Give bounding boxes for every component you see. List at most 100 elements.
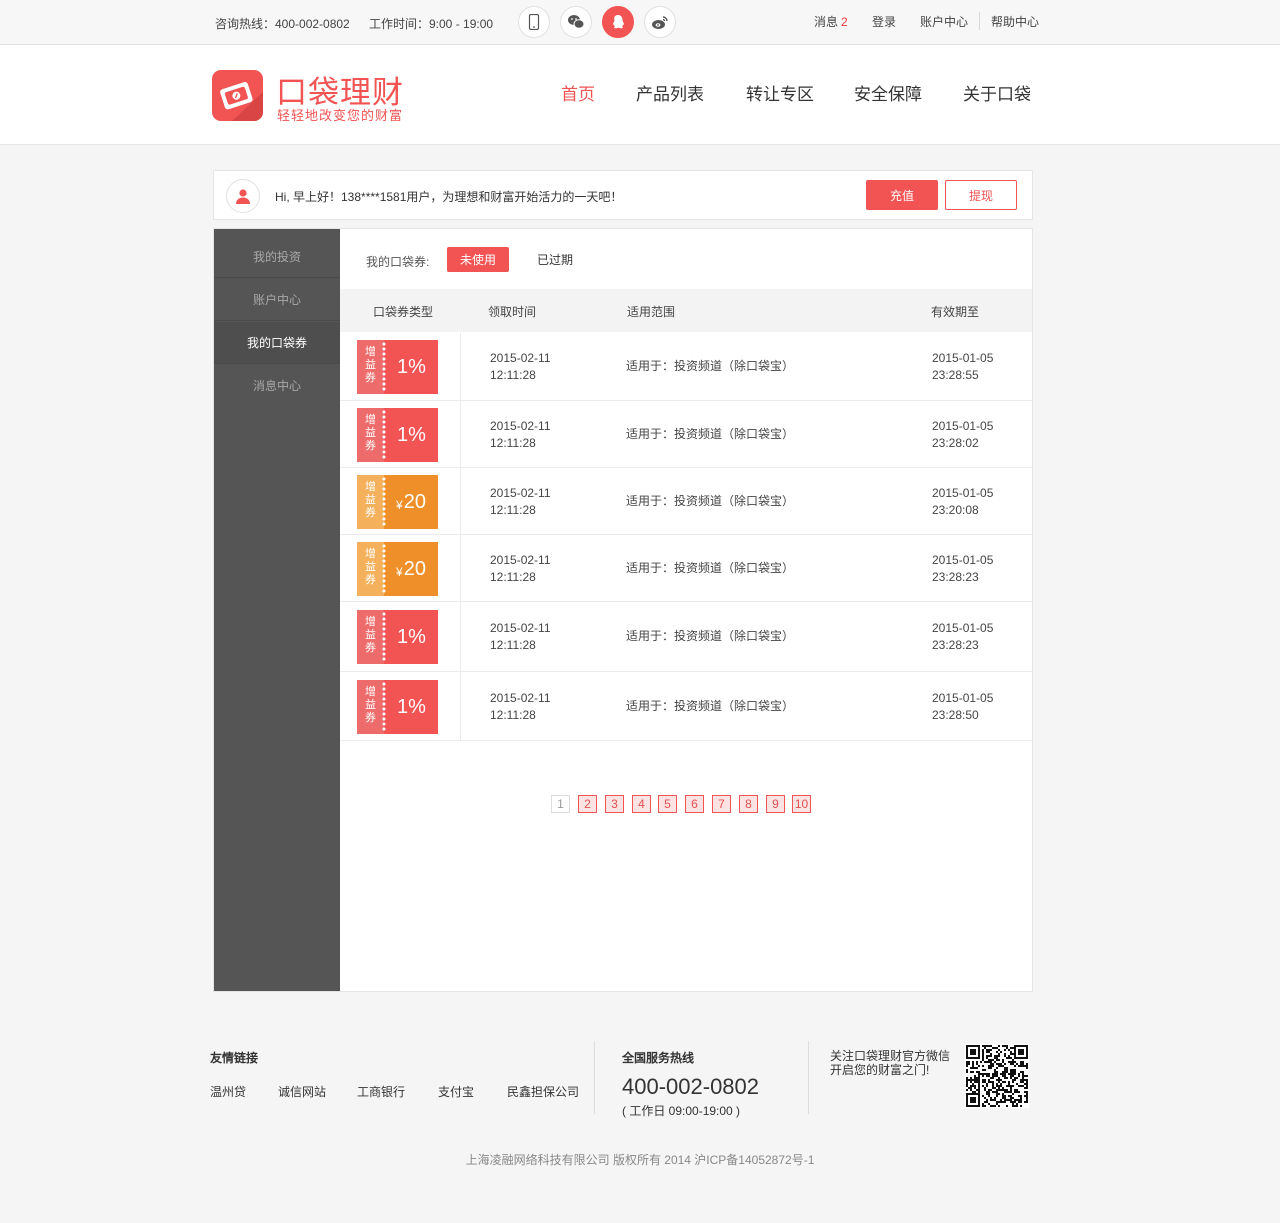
friend-link[interactable]: 诚信网站 xyxy=(278,1083,326,1100)
received-date: 2015-02-11 xyxy=(490,351,551,365)
coupon-label-char: 益 xyxy=(365,494,376,506)
coupon-amount: 1% xyxy=(397,355,426,378)
sidebar-item-coupons[interactable]: 我的口袋券 xyxy=(214,322,340,364)
recharge-button[interactable]: 充值 xyxy=(866,180,938,210)
nav-home[interactable]: 首页 xyxy=(561,80,595,105)
column-header-scope: 适用范围 xyxy=(627,305,676,319)
page-button[interactable]: 2 xyxy=(578,795,597,813)
table-row: 增益券 1% 2015-02-11 12:11:28 适用于：投资频道（除口袋宝） 201… xyxy=(340,333,1032,401)
coupon-amount: 20 xyxy=(403,490,426,513)
friend-link[interactable]: 温州贷 xyxy=(210,1083,246,1100)
expiry-time: 2015-01-05 23:28:02 xyxy=(932,418,993,452)
scope-text: 适用于：投资频道（除口袋宝） xyxy=(626,494,795,508)
sidebar-item-investments[interactable]: 我的投资 xyxy=(214,236,340,278)
hotline-title: 全国服务热线 xyxy=(622,1051,695,1065)
tab-expired[interactable]: 已过期 xyxy=(520,247,590,272)
friend-link[interactable]: 民鑫担保公司 xyxy=(507,1083,579,1100)
hotline-text: 咨询热线：400-002-0802 xyxy=(215,17,350,31)
table-row: 增益券 ¥20 2015-02-11 12:11:28 适用于：投资频道（除口袋宝） 20… xyxy=(340,468,1032,535)
help-center-link[interactable]: 帮助中心 xyxy=(991,13,1039,30)
friend-link[interactable]: 工商银行 xyxy=(357,1083,405,1100)
page-button[interactable]: 5 xyxy=(658,795,677,813)
received-time: 2015-02-11 12:11:28 xyxy=(490,485,551,519)
expiry-clock: 23:28:55 xyxy=(932,368,979,382)
column-header-expiry: 有效期至 xyxy=(931,305,980,319)
tab-unused[interactable]: 未使用 xyxy=(447,247,509,272)
sidebar-item-messages[interactable]: 消息中心 xyxy=(214,364,340,406)
logo-slogan: 轻轻地改变您的财富 xyxy=(277,108,404,123)
nav-about[interactable]: 关于口袋 xyxy=(963,80,1031,105)
column-header-received: 领取时间 xyxy=(488,305,537,319)
nav-products[interactable]: 产品列表 xyxy=(636,80,704,105)
nav-transfer[interactable]: 转让专区 xyxy=(746,80,814,105)
column-divider xyxy=(460,401,461,467)
wechat-icon[interactable] xyxy=(560,6,592,38)
coupon-type-label: 增益券 xyxy=(357,686,384,725)
coupon-badge: 增益券 ¥20 xyxy=(357,542,438,596)
site-header: 口袋理财 轻轻地改变您的财富 首页 产品列表 转让专区 安全保障 关于口袋 xyxy=(0,45,1280,145)
scope-text: 适用于：投资频道（除口袋宝） xyxy=(626,561,795,575)
coupon-label-char: 益 xyxy=(365,699,376,711)
received-time: 2015-02-11 12:11:28 xyxy=(490,620,551,654)
coupon-amount: 1% xyxy=(397,423,426,446)
coupon-label-char: 增 xyxy=(365,414,376,426)
phone-icon[interactable] xyxy=(518,6,550,38)
column-divider xyxy=(460,672,461,740)
withdraw-button[interactable]: 提现 xyxy=(945,180,1017,210)
expiry-time: 2015-01-05 23:28:23 xyxy=(932,620,993,654)
coupon-amount: 20 xyxy=(403,557,426,580)
expiry-date: 2015-01-05 xyxy=(932,691,994,705)
coupon-amount: 1% xyxy=(397,625,426,648)
received-time: 2015-02-11 12:11:28 xyxy=(490,552,551,586)
received-date: 2015-02-11 xyxy=(490,486,551,500)
work-hours-text: 工作时间：9:00 - 19:00 xyxy=(369,17,494,31)
coupon-label-char: 券 xyxy=(365,372,376,384)
expiry-date: 2015-01-05 xyxy=(932,553,994,567)
divider xyxy=(979,12,980,30)
top-bar: 咨询热线：400-002-0802 工作时间：9:00 - 19:00 消息 2 … xyxy=(0,0,1280,45)
greeting-bar: Hi, 早上好！138****1581用户，为理想和财富开始活力的一天吧！ 充值… xyxy=(213,170,1033,220)
coupon-type-label: 增益券 xyxy=(357,346,384,385)
expiry-date: 2015-01-05 xyxy=(932,621,994,635)
received-time: 2015-02-11 12:11:28 xyxy=(490,350,551,384)
coupon-badge: 增益券 1% xyxy=(357,680,438,734)
messages-link[interactable]: 消息 2 xyxy=(814,13,848,30)
table-row: 增益券 ¥20 2015-02-11 12:11:28 适用于：投资频道（除口袋宝） 20… xyxy=(340,535,1032,602)
page-button[interactable]: 7 xyxy=(712,795,731,813)
page-button[interactable]: 3 xyxy=(605,795,624,813)
logo-icon[interactable] xyxy=(212,70,263,121)
received-date: 2015-02-11 xyxy=(490,419,551,433)
page-button[interactable]: 1 xyxy=(551,795,570,813)
received-date: 2015-02-11 xyxy=(490,553,551,567)
currency-symbol: ¥ xyxy=(396,564,403,579)
greeting-text: Hi, 早上好！138****1581用户，为理想和财富开始活力的一天吧！ xyxy=(275,190,623,204)
page-button[interactable]: 9 xyxy=(766,795,785,813)
page-button[interactable]: 6 xyxy=(685,795,704,813)
coupon-label-char: 增 xyxy=(365,481,376,493)
login-link[interactable]: 登录 xyxy=(872,13,896,30)
qr-code-icon xyxy=(965,1044,1029,1108)
friend-link[interactable]: 支付宝 xyxy=(438,1083,474,1100)
page-button[interactable]: 8 xyxy=(739,795,758,813)
page-button[interactable]: 10 xyxy=(792,795,811,813)
coupon-type-label: 增益券 xyxy=(357,481,384,520)
expiry-date: 2015-01-05 xyxy=(932,486,994,500)
hotline-number: 400-002-0802 xyxy=(622,1074,760,1099)
received-date: 2015-02-11 xyxy=(490,691,551,705)
column-divider xyxy=(460,468,461,534)
table-row: 增益券 1% 2015-02-11 12:11:28 适用于：投资频道（除口袋宝） 201… xyxy=(340,602,1032,672)
currency-symbol: ¥ xyxy=(396,497,403,512)
coupon-badge: 增益券 1% xyxy=(357,408,438,462)
weibo-icon[interactable] xyxy=(644,6,676,38)
user-avatar-icon[interactable] xyxy=(226,179,260,213)
coupon-label-char: 益 xyxy=(365,629,376,641)
hotline-hours: ( 工作日 09:00-19:00 ) xyxy=(622,1104,741,1118)
page-button[interactable]: 4 xyxy=(632,795,651,813)
nav-security[interactable]: 安全保障 xyxy=(854,80,922,105)
expiry-time: 2015-01-05 23:20:08 xyxy=(932,485,993,519)
qq-icon[interactable] xyxy=(602,6,634,38)
sidebar-item-account[interactable]: 账户中心 xyxy=(214,279,340,321)
account-center-link[interactable]: 账户中心 xyxy=(920,13,968,30)
received-clock: 12:11:28 xyxy=(490,570,536,584)
expiry-clock: 23:28:23 xyxy=(932,570,979,584)
